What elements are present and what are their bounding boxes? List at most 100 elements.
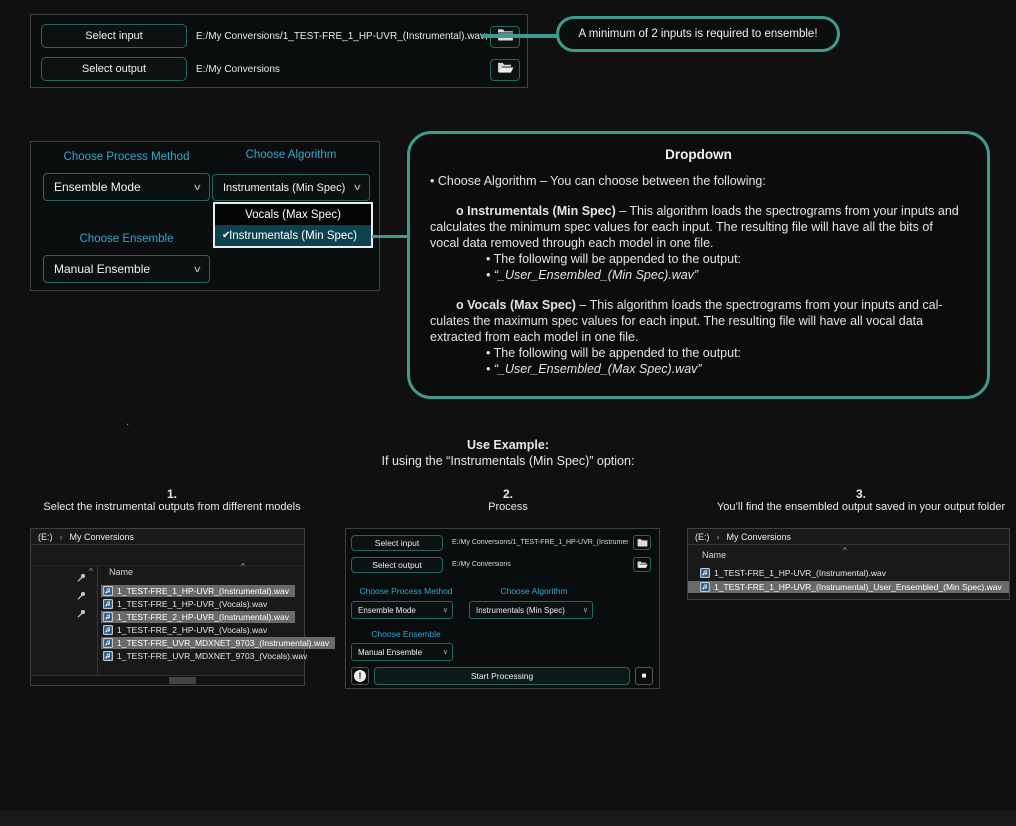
horizontal-scrollbar[interactable] <box>31 675 304 685</box>
file-row[interactable]: 1_TEST-FRE_2_HP-UVR_(Vocals).wav <box>101 624 273 636</box>
mini-ensemble-value: Manual Ensemble <box>358 648 422 657</box>
file-name: 1_TEST-FRE_2_HP-UVR_(Vocals).wav <box>117 625 267 635</box>
audio-file-icon <box>103 625 113 635</box>
process-method-dropdown[interactable]: Ensemble Mode ∨ <box>43 173 210 201</box>
pin-icon[interactable] <box>77 605 86 623</box>
mini-algorithm-dropdown[interactable]: Instrumentals (Min Spec) ∨ <box>469 601 593 619</box>
mini-browse-input-button[interactable] <box>633 535 651 550</box>
mini-select-input-button[interactable]: Select input <box>351 535 443 551</box>
process-method-value: Ensemble Mode <box>54 180 141 194</box>
file-row[interactable]: 1_TEST-FRE_1_HP-UVR_(Instrumental).wav <box>698 567 892 579</box>
process-method-label: Choose Process Method <box>43 151 210 163</box>
info-box-title: Dropdown <box>430 147 967 162</box>
output-path-value: E:/My Conversions <box>196 64 488 75</box>
info-section-2-line-1: o Vocals (Max Spec) – This algorithm loa… <box>430 297 967 313</box>
explorer-window-1: (E:) › My Conversions ^ Name ^ 1_TEST-FR… <box>30 528 305 686</box>
menu-item-vocals-max-spec[interactable]: Vocals (Max Spec) <box>215 204 371 225</box>
drive-label: (E:) <box>38 532 53 542</box>
chevron-down-icon: ∨ <box>443 606 448 614</box>
sort-ascending-icon[interactable]: ^ <box>241 562 245 571</box>
pin-icon[interactable] <box>77 587 86 605</box>
file-name: 1_TEST-FRE_1_HP-UVR_(Instrumental).wav <box>714 568 886 578</box>
breadcrumb-chevron-icon: › <box>60 532 63 542</box>
mini-process-method-dropdown[interactable]: Ensemble Mode ∨ <box>351 601 453 619</box>
file-row[interactable]: 1_TEST-FRE_1_HP-UVR_(Vocals).wav <box>101 598 273 610</box>
stray-dot: . <box>126 414 129 428</box>
file-row[interactable]: 1_TEST-FRE_1_HP-UVR_(Instrumental).wav <box>101 585 295 597</box>
chevron-down-icon: ∨ <box>193 264 203 275</box>
file-name: 1_TEST-FRE_UVR_MDXNET_9703_(Vocals).wav <box>117 651 307 661</box>
chevron-down-icon: ∨ <box>583 606 588 614</box>
file-row[interactable]: 1_TEST-FRE_UVR_MDXNET_9703_(Instrumental… <box>101 637 335 649</box>
folder-closed-icon <box>637 534 648 552</box>
step-1-number: 1. <box>17 487 327 501</box>
name-column-header[interactable]: Name <box>109 567 133 577</box>
breadcrumb[interactable]: (E:) › My Conversions <box>31 529 304 545</box>
breadcrumb[interactable]: (E:) › My Conversions <box>688 529 1009 545</box>
mini-process-method-value: Ensemble Mode <box>358 606 416 615</box>
file-name: 1_TEST-FRE_1_HP-UVR_(Instrumental)_User_… <box>714 582 1002 592</box>
menu-item-instrumentals-min-spec[interactable]: ✔ Instrumentals (Min Spec) <box>215 225 371 246</box>
info-section-1-line-3: vocal data removed through each model in… <box>430 235 967 251</box>
mini-input-path-value: E:/My Conversions/1_TEST-FRE_1_HP-UVR_(I… <box>452 539 628 546</box>
check-icon: ✔ <box>222 230 230 241</box>
ensemble-value: Manual Ensemble <box>54 262 150 276</box>
callout-bubble: A minimum of 2 inputs is required to ens… <box>556 16 840 52</box>
algorithm-label: Choose Algorithm <box>212 149 370 161</box>
browse-output-button[interactable] <box>490 59 520 81</box>
info-intro: • Choose Algorithm – You can choose betw… <box>430 173 967 189</box>
start-processing-button[interactable]: Start Processing <box>374 667 630 685</box>
audio-file-icon <box>103 651 113 661</box>
info-section-2-bullet-2: • “_User_Ensembled_(Max Spec).wav” <box>430 361 967 377</box>
ensemble-label: Choose Ensemble <box>43 233 210 245</box>
file-name: 1_TEST-FRE_1_HP-UVR_(Instrumental).wav <box>117 586 289 596</box>
select-output-button[interactable]: Select output <box>41 57 187 81</box>
algorithm-dropdown[interactable]: Instrumentals (Min Spec) ∨ <box>212 174 370 201</box>
footer-strip <box>0 811 1016 826</box>
mini-ensemble-dropdown[interactable]: Manual Ensemble ∨ <box>351 643 453 661</box>
folder-label: My Conversions <box>727 532 792 542</box>
explorer-window-3: (E:) › My Conversions Name ^ 1_TEST-FRE_… <box>687 528 1010 600</box>
mini-algorithm-value: Instrumentals (Min Spec) <box>476 606 565 615</box>
ensemble-dropdown[interactable]: Manual Ensemble ∨ <box>43 255 210 283</box>
audio-file-icon <box>700 582 710 592</box>
mini-process-panel: Select input E:/My Conversions/1_TEST-FR… <box>345 528 660 689</box>
audio-file-icon <box>103 612 113 622</box>
info-section-1-bullet-1: • The following will be appended to the … <box>430 251 967 267</box>
use-example-subtitle: If using the “Instrumentals (Min Spec)” … <box>0 454 1016 468</box>
info-section-1-line-2: calculates the minimum spec values for e… <box>430 219 967 235</box>
use-example-title: Use Example: <box>0 438 1016 452</box>
breadcrumb-chevron-icon: › <box>717 532 720 542</box>
file-row[interactable]: 1_TEST-FRE_1_HP-UVR_(Instrumental)_User_… <box>688 581 1009 593</box>
name-column-header[interactable]: Name <box>702 550 726 560</box>
step-3-caption: You’ll find the ensembled output saved i… <box>705 501 1016 513</box>
input-path-value: E:/My Conversions/1_TEST-FRE_1_HP-UVR_(I… <box>196 31 488 42</box>
dropdown-info-box: Dropdown • Choose Algorithm – You can ch… <box>407 131 990 399</box>
nav-pane-divider <box>97 566 98 675</box>
mini-output-path-value: E:/My Conversions <box>452 561 628 568</box>
pin-icon[interactable] <box>77 569 86 587</box>
chevron-down-icon: ∨ <box>443 648 448 656</box>
step-1-caption: Select the instrumental outputs from dif… <box>17 501 327 513</box>
io-panel: Select input E:/My Conversions/1_TEST-FR… <box>30 14 528 88</box>
sort-ascending-icon[interactable]: ^ <box>843 546 847 555</box>
file-row[interactable]: 1_TEST-FRE_2_HP-UVR_(Instrumental).wav <box>101 611 295 623</box>
info-section-1-line-1: o Instrumentals (Min Spec) – This algori… <box>430 203 967 219</box>
nav-collapse-icon[interactable]: ^ <box>89 567 93 576</box>
info-section-2-line-2: culates the maximum spec values for each… <box>430 313 967 329</box>
menu-item-label: Vocals (Max Spec) <box>245 209 341 221</box>
stop-button[interactable]: ■ <box>635 667 653 685</box>
settings-info-button[interactable]: ! <box>351 667 369 685</box>
file-name: 1_TEST-FRE_UVR_MDXNET_9703_(Instrumental… <box>117 638 329 648</box>
tutorial-canvas: Select input E:/My Conversions/1_TEST-FR… <box>0 0 1016 826</box>
mini-browse-output-button[interactable] <box>633 557 651 572</box>
folder-open-icon <box>637 556 648 574</box>
scrollbar-thumb[interactable] <box>169 677 196 684</box>
step-2-number: 2. <box>408 487 608 501</box>
file-row[interactable]: 1_TEST-FRE_UVR_MDXNET_9703_(Vocals).wav <box>101 650 313 662</box>
mini-select-output-button[interactable]: Select output <box>351 557 443 573</box>
options-panel: Choose Process Method Ensemble Mode ∨ Ch… <box>30 141 380 291</box>
select-input-button[interactable]: Select input <box>41 24 187 48</box>
toolbar-divider <box>31 565 304 566</box>
mini-algorithm-label: Choose Algorithm <box>469 586 599 596</box>
